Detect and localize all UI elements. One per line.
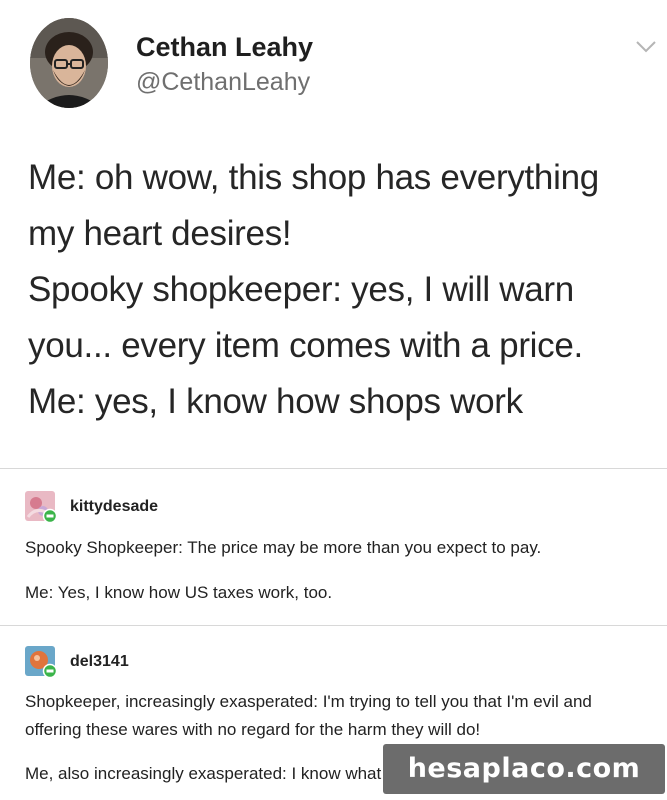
reply-text-line: Shopkeeper, increasingly exasperated: I'…: [25, 692, 592, 711]
tweet-text: Me: oh wow, this shop has everything my …: [28, 150, 653, 430]
reply-username[interactable]: kittydesade: [70, 498, 158, 516]
reply-text-line: offering these wares with no regard for …: [25, 720, 481, 739]
avatar[interactable]: [30, 18, 108, 108]
avatar-image: [30, 18, 108, 108]
reply-username[interactable]: del3141: [70, 653, 129, 671]
reply-text-line: Me, also increasingly exasperated: I kno…: [25, 764, 382, 783]
tweet-author-name[interactable]: Cethan Leahy: [136, 32, 313, 63]
watermark-text: hesaplaco.com: [407, 753, 641, 784]
tweet-line: Spooky shopkeeper: yes, I will warn: [28, 270, 574, 309]
tweet-line: my heart desires!: [28, 214, 292, 253]
watermark: hesaplaco.com: [383, 744, 665, 794]
tweet-line: Me: oh wow, this shop has everything: [28, 158, 599, 197]
avatar[interactable]: [25, 491, 57, 523]
tweet-line: you... every item comes with a price.: [28, 326, 583, 365]
tweet-card: Cethan Leahy @CethanLeahy Me: oh wow, th…: [0, 0, 667, 468]
tweet-line: Me: yes, I know how shops work: [28, 382, 523, 421]
avatar[interactable]: [25, 646, 57, 678]
reply-text-line: Spooky Shopkeeper: The price may be more…: [25, 538, 542, 557]
reply-text-line: Me: Yes, I know how US taxes work, too.: [25, 583, 333, 602]
tweet-author-handle[interactable]: @CethanLeahy: [136, 68, 310, 97]
reply-post: kittydesade Spooky Shopkeeper: The price…: [0, 469, 667, 625]
chevron-down-icon[interactable]: [635, 40, 657, 54]
